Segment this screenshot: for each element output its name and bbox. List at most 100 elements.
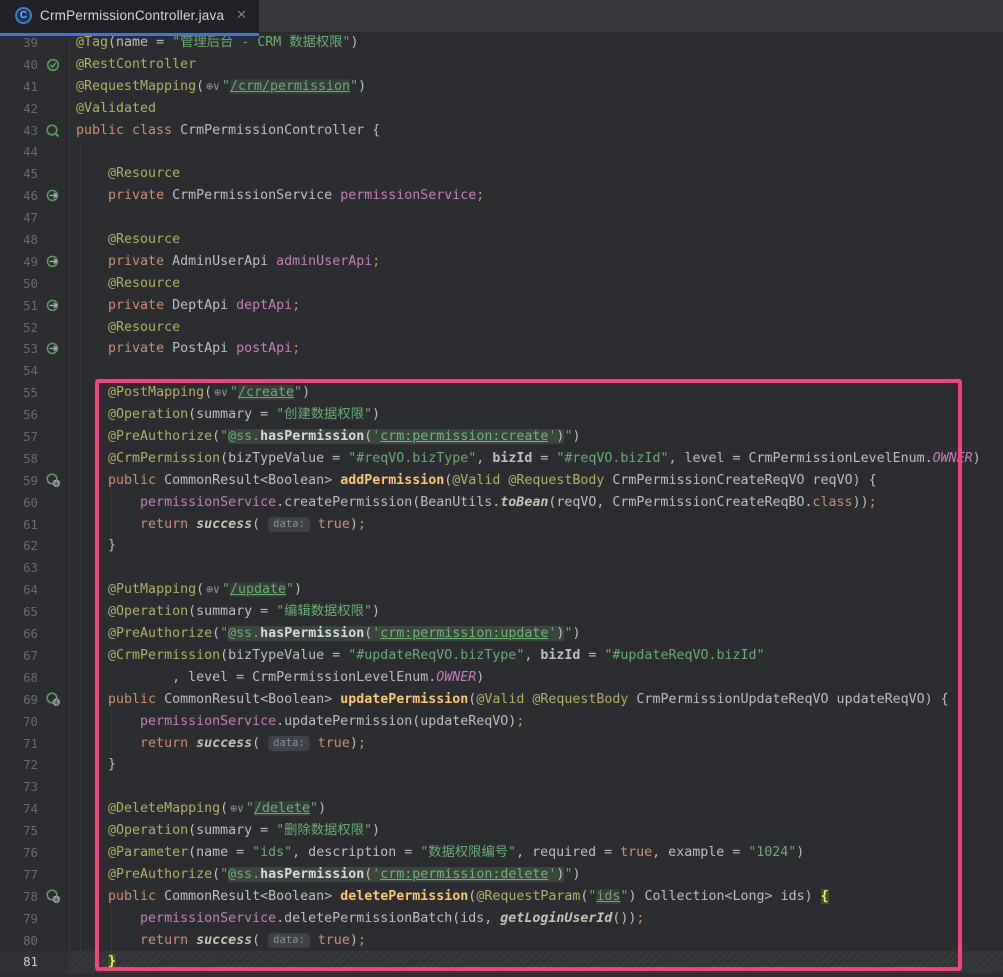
editor-gutter[interactable]: 57	[0, 426, 70, 448]
code-text[interactable]: @PostMapping(⊕∨"/create")	[70, 382, 1003, 404]
line-number[interactable]: 55	[0, 382, 38, 404]
code-line[interactable]: 42@Validated	[0, 98, 1003, 120]
endpoint-icon[interactable]	[45, 889, 61, 905]
code-text[interactable]: @RequestMapping(⊕∨"/crm/permission")	[70, 76, 1003, 98]
code-text[interactable]: @PreAuthorize("@ss.hasPermission('crm:pe…	[70, 426, 1003, 448]
code-text[interactable]: @Resource	[70, 163, 1003, 185]
autowired-bean-icon[interactable]	[45, 341, 61, 357]
tab-crmpermissioncontroller-java[interactable]: C CrmPermissionController.java ✕	[0, 0, 259, 36]
code-line[interactable]: 73	[0, 776, 1003, 798]
code-text[interactable]: return success( data: true);	[70, 514, 1003, 536]
code-line[interactable]: 81 }	[0, 951, 1003, 973]
line-number[interactable]: 66	[0, 623, 38, 645]
code-text[interactable]	[70, 207, 1003, 229]
code-line[interactable]: 69 public CommonResult<Boolean> updatePe…	[0, 689, 1003, 711]
code-text[interactable]: @Operation(summary = "创建数据权限")	[70, 404, 1003, 426]
code-text[interactable]: }	[70, 951, 1003, 973]
code-text[interactable]: @RestController	[70, 54, 1003, 76]
code-line[interactable]: 46 private CrmPermissionService permissi…	[0, 185, 1003, 207]
editor-gutter[interactable]: 42	[0, 98, 70, 120]
line-number[interactable]: 76	[0, 842, 38, 864]
endpoint-icon[interactable]	[45, 473, 61, 489]
code-text[interactable]: @CrmPermission(bizTypeValue = "#updateRe…	[70, 645, 1003, 667]
editor-gutter[interactable]: 52	[0, 317, 70, 339]
code-text[interactable]: permissionService.createPermission(BeanU…	[70, 492, 1003, 514]
line-number[interactable]: 72	[0, 754, 38, 776]
editor-gutter[interactable]: 62	[0, 535, 70, 557]
code-line[interactable]: 60 permissionService.createPermission(Be…	[0, 492, 1003, 514]
editor-gutter[interactable]: 61	[0, 514, 70, 536]
line-number[interactable]: 40	[0, 54, 38, 76]
editor-gutter[interactable]: 46	[0, 185, 70, 207]
code-text[interactable]	[70, 360, 1003, 382]
code-line[interactable]: 63	[0, 557, 1003, 579]
code-text[interactable]: @Operation(summary = "删除数据权限")	[70, 820, 1003, 842]
editor-gutter[interactable]: 69	[0, 689, 70, 711]
code-link[interactable]: /delete	[254, 801, 310, 816]
editor-gutter[interactable]: 68	[0, 667, 70, 689]
editor-gutter[interactable]: 78	[0, 886, 70, 908]
line-number[interactable]: 65	[0, 601, 38, 623]
editor-gutter[interactable]: 63	[0, 557, 70, 579]
editor-gutter[interactable]: 70	[0, 711, 70, 733]
code-text[interactable]: return success( data: true);	[70, 930, 1003, 952]
editor-gutter[interactable]: 60	[0, 492, 70, 514]
code-link[interactable]: ids	[596, 889, 620, 904]
editor-gutter[interactable]: 81	[0, 951, 70, 973]
code-line[interactable]: 65 @Operation(summary = "编辑数据权限")	[0, 601, 1003, 623]
line-number[interactable]: 42	[0, 98, 38, 120]
line-number[interactable]: 59	[0, 470, 38, 492]
editor-gutter[interactable]: 59	[0, 470, 70, 492]
code-text[interactable]: return success( data: true);	[70, 733, 1003, 755]
line-number[interactable]: 43	[0, 120, 38, 142]
editor-gutter[interactable]: 75	[0, 820, 70, 842]
autowired-bean-icon[interactable]	[45, 254, 61, 270]
close-tab-icon[interactable]: ✕	[236, 7, 247, 23]
code-line[interactable]: 68 , level = CrmPermissionLevelEnum.OWNE…	[0, 667, 1003, 689]
line-number[interactable]: 48	[0, 229, 38, 251]
line-number[interactable]: 50	[0, 273, 38, 295]
code-text[interactable]	[70, 141, 1003, 163]
line-number[interactable]: 71	[0, 733, 38, 755]
line-number[interactable]: 68	[0, 667, 38, 689]
code-text[interactable]	[70, 776, 1003, 798]
code-text[interactable]: public CommonResult<Boolean> updatePermi…	[70, 689, 1003, 711]
code-text[interactable]: @Operation(summary = "编辑数据权限")	[70, 601, 1003, 623]
code-text[interactable]: public CommonResult<Boolean> deletePermi…	[70, 886, 1003, 908]
editor-gutter[interactable]: 50	[0, 273, 70, 295]
editor-gutter[interactable]: 77	[0, 864, 70, 886]
code-line[interactable]: 76 @Parameter(name = "ids", description …	[0, 842, 1003, 864]
editor-gutter[interactable]: 51	[0, 295, 70, 317]
editor-gutter[interactable]: 44	[0, 141, 70, 163]
line-number[interactable]: 47	[0, 207, 38, 229]
line-number[interactable]: 81	[0, 951, 38, 973]
code-line[interactable]: 58 @CrmPermission(bizTypeValue = "#reqVO…	[0, 448, 1003, 470]
editor-gutter[interactable]: 49	[0, 251, 70, 273]
line-number[interactable]: 60	[0, 492, 38, 514]
code-line[interactable]: 41@RequestMapping(⊕∨"/crm/permission")	[0, 76, 1003, 98]
line-number[interactable]: 75	[0, 820, 38, 842]
editor-gutter[interactable]: 54	[0, 360, 70, 382]
code-text[interactable]	[70, 557, 1003, 579]
code-line[interactable]: 74 @DeleteMapping(⊕∨"/delete")	[0, 798, 1003, 820]
line-number[interactable]: 78	[0, 886, 38, 908]
editor-gutter[interactable]: 53	[0, 338, 70, 360]
code-text[interactable]: @PreAuthorize("@ss.hasPermission('crm:pe…	[70, 864, 1003, 886]
line-number[interactable]: 51	[0, 295, 38, 317]
line-number[interactable]: 79	[0, 908, 38, 930]
line-number[interactable]: 63	[0, 557, 38, 579]
code-text[interactable]: private PostApi postApi;	[70, 338, 1003, 360]
code-text[interactable]: permissionService.deletePermissionBatch(…	[70, 908, 1003, 930]
line-number[interactable]: 52	[0, 317, 38, 339]
code-line[interactable]: 49 private AdminUserApi adminUserApi;	[0, 251, 1003, 273]
line-number[interactable]: 67	[0, 645, 38, 667]
editor-gutter[interactable]: 71	[0, 733, 70, 755]
code-line[interactable]: 52 @Resource	[0, 317, 1003, 339]
code-line[interactable]: 59 public CommonResult<Boolean> addPermi…	[0, 470, 1003, 492]
line-number[interactable]: 64	[0, 579, 38, 601]
code-link[interactable]: crm:permission:create	[380, 429, 548, 444]
code-line[interactable]: 66 @PreAuthorize("@ss.hasPermission('crm…	[0, 623, 1003, 645]
code-line[interactable]: 44	[0, 141, 1003, 163]
editor-gutter[interactable]: 80	[0, 930, 70, 952]
code-line[interactable]: 54	[0, 360, 1003, 382]
